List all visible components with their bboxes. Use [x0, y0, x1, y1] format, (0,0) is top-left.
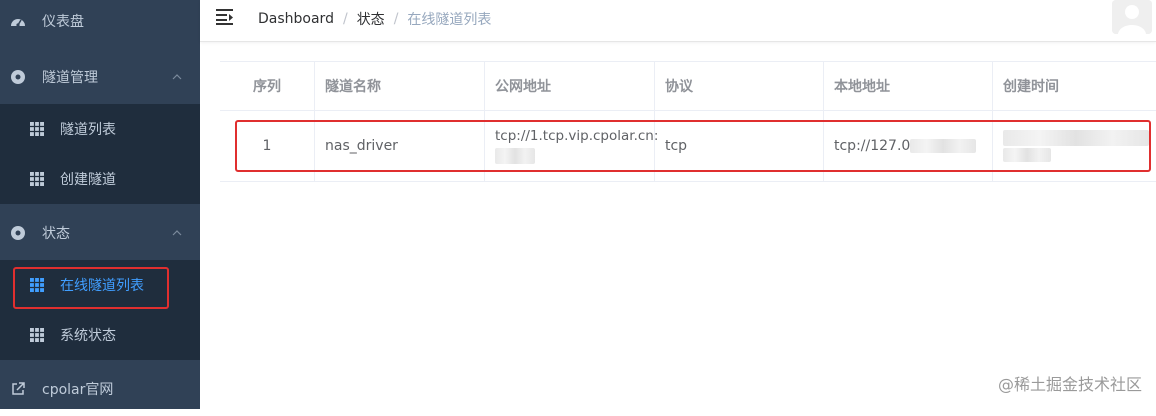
sidebar-item-cpolar-site[interactable]: cpolar官网: [0, 362, 200, 416]
sidebar-item-label: 创建隧道: [60, 172, 116, 188]
table-icon: [30, 172, 44, 186]
sidebar-item-dashboard[interactable]: 仪表盘: [0, 0, 200, 48]
breadcrumb-separator: /: [393, 11, 399, 27]
external-link-icon: [10, 381, 26, 397]
chevron-up-icon: [172, 74, 182, 80]
breadcrumb-separator: /: [342, 11, 348, 27]
hamburger-icon[interactable]: [216, 8, 236, 26]
sidebar-item-tunnel-list[interactable]: 隧道列表: [0, 104, 200, 154]
cell-tunnel-name: nas_driver: [315, 111, 485, 181]
cell-created-time: [993, 111, 1156, 181]
column-header-index: 序列: [220, 62, 315, 111]
dashboard-icon: [10, 13, 26, 29]
redacted-created-time: [1003, 148, 1051, 162]
column-header-protocol: 协议: [655, 62, 824, 111]
breadcrumb-status: 状态: [356, 12, 385, 28]
cell-index: 1: [220, 111, 315, 181]
breadcrumb-current: 在线隧道列表: [407, 12, 492, 28]
sidebar-item-tunnel-management[interactable]: 隧道管理: [0, 50, 200, 104]
column-header-created-time: 创建时间: [993, 62, 1156, 111]
navbar: Dashboard / 状态 / 在线隧道列表: [200, 0, 1156, 42]
breadcrumb-home[interactable]: Dashboard: [258, 11, 334, 27]
tunnel-table: 序列 隧道名称 公网地址 协议 本地地址 创建时间 1 nas_driver t…: [220, 61, 1156, 182]
column-header-name: 隧道名称: [315, 62, 485, 111]
column-header-public-address: 公网地址: [485, 62, 655, 111]
table-icon: [30, 328, 44, 342]
watermark: @稀土掘金技术社区: [997, 375, 1142, 394]
sidebar-item-online-tunnel-list[interactable]: 在线隧道列表: [0, 260, 200, 310]
table-icon: [30, 278, 44, 292]
cell-public-address: tcp://1.tcp.vip.cpolar.cn:: [485, 111, 659, 181]
sidebar-item-create-tunnel[interactable]: 创建隧道: [0, 154, 200, 204]
compass-icon: [10, 225, 26, 241]
sidebar: 仪表盘 隧道管理 隧道列表 创建隧道 状态 在线隧道列表 系统状态 cpolar…: [0, 0, 200, 409]
sidebar-item-label: 系统状态: [60, 328, 116, 344]
sidebar-item-label: 隧道列表: [60, 122, 116, 138]
redacted-port: [495, 148, 535, 164]
column-header-local-address: 本地地址: [824, 62, 993, 111]
sidebar-item-label: 仪表盘: [42, 14, 84, 30]
avatar[interactable]: [1112, 0, 1152, 34]
sidebar-item-label: 状态: [42, 226, 70, 242]
breadcrumb: Dashboard / 状态 / 在线隧道列表: [258, 9, 491, 29]
local-address-text: tcp://127.0: [834, 138, 911, 154]
sidebar-item-status[interactable]: 状态: [0, 206, 200, 260]
public-address-text: tcp://1.tcp.vip.cpolar.cn:: [495, 128, 659, 144]
chevron-up-icon: [172, 230, 182, 236]
redacted-local-address: [910, 139, 977, 153]
cell-protocol: tcp: [655, 111, 824, 181]
cell-local-address: tcp://127.0: [824, 111, 993, 181]
sidebar-item-label: cpolar官网: [42, 382, 114, 398]
compass-icon: [10, 69, 26, 85]
sidebar-item-label: 在线隧道列表: [60, 278, 144, 294]
redacted-created-time: [1003, 130, 1149, 146]
user-avatar-icon: [1112, 0, 1152, 34]
sidebar-item-system-status[interactable]: 系统状态: [0, 310, 200, 360]
sidebar-item-label: 隧道管理: [42, 70, 98, 86]
table-icon: [30, 122, 44, 136]
